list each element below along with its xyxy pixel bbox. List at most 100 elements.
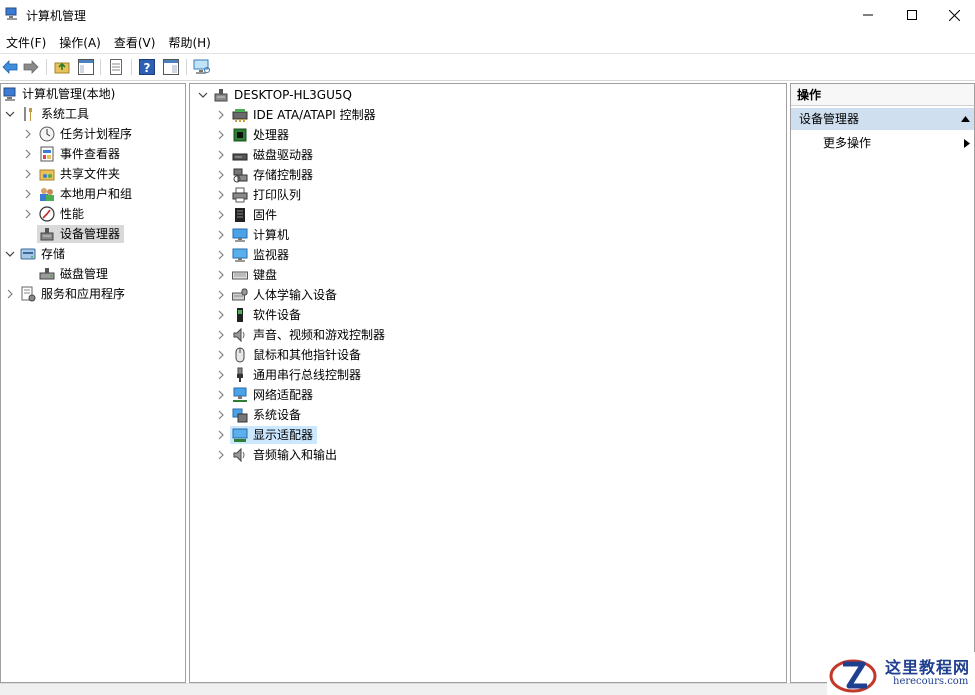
help-icon: ?: [139, 59, 155, 75]
actions-pane: 操作 设备管理器 更多操作: [790, 83, 975, 683]
device-category-label: 显示适配器: [253, 428, 314, 442]
watermark-logo: 这里教程网 herecours.com: [827, 652, 975, 695]
device-tree-computer-node[interactable]: DESKTOP-HL3GU5Q: [190, 85, 786, 105]
chevron-right-icon[interactable]: [216, 350, 226, 360]
device-category-row[interactable]: 键盘: [190, 265, 786, 285]
device-category-label: 通用串行总线控制器: [253, 368, 362, 382]
network-adapter-icon: [233, 387, 247, 402]
actions-header: 操作: [791, 84, 974, 106]
mouse-icon: [235, 347, 245, 363]
shared-folder-icon: [39, 169, 55, 181]
chevron-right-icon[interactable]: [216, 390, 226, 400]
tree-item-services[interactable]: 服务和应用程序: [1, 284, 185, 304]
tree-item-task-scheduler[interactable]: 任务计划程序: [1, 124, 185, 144]
menu-bar: 文件(F) 操作(A) 查看(V) 帮助(H): [0, 31, 975, 52]
chevron-right-icon[interactable]: [23, 129, 33, 139]
chevron-right-icon[interactable]: [216, 270, 226, 280]
device-category-row[interactable]: 网络适配器: [190, 385, 786, 405]
window-title: 计算机管理: [26, 9, 87, 23]
submenu-arrow-icon: [964, 139, 970, 148]
device-category-row[interactable]: 计算机: [190, 225, 786, 245]
chevron-right-icon[interactable]: [216, 170, 226, 180]
device-category-row[interactable]: 软件设备: [190, 305, 786, 325]
device-category-row[interactable]: 处理器: [190, 125, 786, 145]
menu-help[interactable]: 帮助(H): [162, 31, 217, 52]
chevron-down-icon[interactable]: [5, 249, 15, 259]
services-icon: [21, 286, 36, 302]
show-hide-tree-button[interactable]: [77, 58, 95, 76]
chevron-right-icon[interactable]: [23, 149, 33, 159]
processor-icon: [233, 128, 247, 142]
tree-item-device-manager[interactable]: 设备管理器: [1, 224, 185, 244]
tools-icon: [24, 107, 32, 121]
tree-item-event-viewer[interactable]: 事件查看器: [1, 144, 185, 164]
close-button[interactable]: [933, 0, 975, 30]
tree-item-local-users[interactable]: 本地用户和组: [1, 184, 185, 204]
chevron-right-icon[interactable]: [216, 130, 226, 140]
show-action-pane-button[interactable]: [162, 58, 180, 76]
chevron-right-icon[interactable]: [216, 150, 226, 160]
tree-item-performance[interactable]: 性能: [1, 204, 185, 224]
menu-view[interactable]: 查看(V): [108, 31, 163, 52]
chevron-right-icon[interactable]: [216, 310, 226, 320]
up-level-button[interactable]: [53, 58, 71, 76]
chevron-right-icon[interactable]: [216, 110, 226, 120]
device-category-row[interactable]: 打印队列: [190, 185, 786, 205]
tree-item-system-tools[interactable]: 系统工具: [1, 104, 185, 124]
device-category-row[interactable]: 声音、视频和游戏控制器: [190, 325, 786, 345]
device-category-row[interactable]: 音频输入和输出: [190, 445, 786, 465]
back-arrow-icon: [2, 60, 18, 74]
chevron-right-icon[interactable]: [216, 450, 226, 460]
chevron-right-icon[interactable]: [216, 250, 226, 260]
device-category-row[interactable]: IDE ATA/ATAPI 控制器: [190, 105, 786, 125]
users-icon: [40, 188, 54, 201]
tree-root[interactable]: 计算机管理(本地): [1, 84, 185, 104]
chevron-right-icon[interactable]: [216, 330, 226, 340]
chevron-right-icon[interactable]: [23, 189, 33, 199]
device-category-row[interactable]: 通用串行总线控制器: [190, 365, 786, 385]
device-category-row[interactable]: 系统设备: [190, 405, 786, 425]
device-category-row[interactable]: 人体学输入设备: [190, 285, 786, 305]
menu-file[interactable]: 文件(F): [0, 31, 53, 52]
device-category-row[interactable]: 存储控制器: [190, 165, 786, 185]
back-button[interactable]: [1, 58, 19, 76]
tree-item-label: 存储: [41, 247, 66, 261]
device-category-row[interactable]: 监视器: [190, 245, 786, 265]
chevron-down-icon[interactable]: [5, 109, 15, 119]
monitor-icon: [232, 248, 248, 262]
tree-item-label: 服务和应用程序: [41, 287, 126, 301]
chevron-right-icon[interactable]: [5, 289, 15, 299]
chevron-right-icon[interactable]: [23, 209, 33, 219]
chevron-right-icon[interactable]: [216, 290, 226, 300]
tree-item-storage[interactable]: 存储: [1, 244, 185, 264]
actions-section-device-manager[interactable]: 设备管理器: [791, 108, 974, 130]
device-category-row[interactable]: 显示适配器: [190, 425, 786, 445]
chevron-right-icon[interactable]: [23, 169, 33, 179]
device-category-label: 网络适配器: [253, 388, 314, 402]
chevron-right-icon[interactable]: [216, 190, 226, 200]
device-category-row[interactable]: 磁盘驱动器: [190, 145, 786, 165]
chevron-right-icon[interactable]: [216, 430, 226, 440]
chevron-down-icon[interactable]: [198, 90, 208, 100]
device-category-label: 键盘: [253, 268, 278, 282]
chevron-right-icon[interactable]: [216, 230, 226, 240]
audio-io-icon: [233, 447, 245, 463]
maximize-button[interactable]: [889, 0, 935, 30]
chevron-right-icon[interactable]: [216, 410, 226, 420]
chevron-right-icon[interactable]: [216, 210, 226, 220]
minimize-button[interactable]: [845, 0, 891, 30]
list-icon: [110, 59, 122, 75]
export-list-button[interactable]: [107, 58, 125, 76]
tree-item-shared-folders[interactable]: 共享文件夹: [1, 164, 185, 184]
more-actions-item[interactable]: 更多操作: [823, 132, 871, 154]
tree-item-disk-management[interactable]: 磁盘管理: [1, 264, 185, 284]
menu-action[interactable]: 操作(A): [53, 31, 108, 52]
collapse-up-icon[interactable]: [961, 116, 970, 122]
device-category-row[interactable]: 固件: [190, 205, 786, 225]
help-button[interactable]: ?: [138, 58, 156, 76]
chevron-right-icon[interactable]: [216, 370, 226, 380]
scan-hardware-button[interactable]: [193, 58, 211, 76]
forward-button[interactable]: [22, 58, 40, 76]
device-category-row[interactable]: 鼠标和其他指针设备: [190, 345, 786, 365]
event-viewer-icon: [40, 146, 54, 162]
